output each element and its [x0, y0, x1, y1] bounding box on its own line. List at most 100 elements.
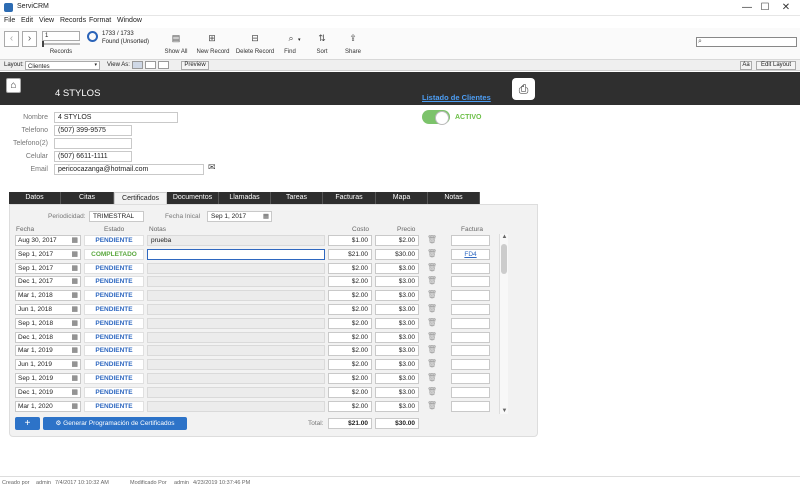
costo-cell[interactable]: $2.00 [328, 359, 372, 371]
precio-cell[interactable]: $2.00 [375, 235, 419, 246]
fecha-cell[interactable]: Mar 1, 2020 ▦ [15, 400, 81, 412]
quick-find-input[interactable]: ⌕ [696, 37, 797, 47]
calendar-icon[interactable]: ▦ [71, 388, 78, 397]
sort-button[interactable]: Sort [312, 49, 332, 55]
costo-cell[interactable]: $2.00 [328, 304, 372, 315]
text-formatting-button[interactable]: Aa [740, 61, 752, 70]
table-row[interactable]: Mar 1, 2018 ▦ PENDIENTE $2.00 $3.00 🗑 [15, 289, 499, 303]
notas-cell[interactable] [147, 290, 325, 302]
tab-citas[interactable]: Citas [61, 192, 114, 204]
estado-cell[interactable]: PENDIENTE [84, 304, 144, 315]
add-row-button[interactable]: + [15, 417, 40, 430]
costo-cell[interactable]: $2.00 [328, 276, 372, 288]
calendar-icon[interactable]: ▦ [71, 402, 78, 411]
client-list-link[interactable]: Listado de Clientes [422, 93, 491, 102]
fecha-cell[interactable]: Jun 1, 2019 ▦ [15, 359, 81, 371]
trash-icon[interactable]: 🗑 [422, 401, 442, 412]
table-row[interactable]: Dec 1, 2017 ▦ PENDIENTE $2.00 $3.00 🗑 [15, 275, 499, 289]
new-record-icon[interactable]: ⊞ [206, 33, 218, 43]
layout-select[interactable]: Clientes ▾ [25, 61, 100, 70]
table-row[interactable]: Mar 1, 2020 ▦ PENDIENTE $2.00 $3.00 🗑 [15, 400, 499, 414]
factura-cell[interactable] [451, 386, 490, 398]
estado-cell[interactable]: PENDIENTE [84, 262, 144, 274]
menu-records[interactable]: Records [60, 17, 86, 24]
notas-cell[interactable] [147, 400, 325, 412]
view-form-button[interactable] [132, 61, 143, 69]
precio-cell[interactable]: $3.00 [375, 262, 419, 274]
trash-icon[interactable]: 🗑 [422, 359, 442, 370]
precio-cell[interactable]: $3.00 [375, 373, 419, 384]
estado-cell[interactable]: PENDIENTE [84, 345, 144, 357]
notas-cell[interactable] [147, 331, 325, 343]
factura-cell[interactable] [451, 290, 490, 302]
fecha-cell[interactable]: Sep 1, 2017 ▦ [15, 262, 81, 274]
notas-cell[interactable] [147, 317, 325, 329]
fecha-cell[interactable]: Mar 1, 2018 ▦ [15, 290, 81, 302]
factura-cell[interactable] [451, 331, 490, 343]
table-row[interactable]: Sep 1, 2018 ▦ PENDIENTE $2.00 $3.00 🗑 [15, 317, 499, 331]
calendar-icon[interactable]: ▦ [71, 277, 78, 286]
precio-cell[interactable]: $3.00 [375, 276, 419, 288]
record-slider[interactable] [42, 41, 80, 47]
factura-link[interactable]: FD4 [464, 251, 476, 258]
estado-cell[interactable]: PENDIENTE [84, 386, 144, 398]
nombre-field[interactable]: 4 STYLOS [54, 112, 178, 123]
fecha-cell[interactable]: Jun 1, 2018 ▦ [15, 304, 81, 315]
costo-cell[interactable]: $2.00 [328, 262, 372, 274]
maximize-button[interactable]: ☐ [758, 2, 772, 14]
next-record-button[interactable]: › [22, 31, 37, 47]
email-field[interactable]: pericocazanga@hotmail.com [54, 164, 204, 175]
calendar-icon[interactable]: ▦ [71, 291, 78, 300]
edit-layout-button[interactable]: Edit Layout [756, 61, 796, 70]
close-button[interactable]: ✕ [779, 2, 793, 14]
table-row[interactable]: Sep 1, 2019 ▦ PENDIENTE $2.00 $3.00 🗑 [15, 372, 499, 386]
estado-cell[interactable]: PENDIENTE [84, 317, 144, 329]
calendar-icon[interactable]: ▦ [71, 250, 78, 259]
notas-cell[interactable]: prueba [147, 235, 325, 246]
factura-cell[interactable] [451, 359, 490, 371]
print-button[interactable]: ⎙ [512, 78, 535, 100]
calendar-icon[interactable]: ▦ [71, 360, 78, 369]
factura-cell[interactable] [451, 276, 490, 288]
preview-button[interactable]: Preview [181, 61, 209, 70]
show-all-icon[interactable]: ▤ [170, 33, 182, 43]
precio-cell[interactable]: $3.00 [375, 317, 419, 329]
estado-cell[interactable]: PENDIENTE [84, 290, 144, 302]
precio-cell[interactable]: $3.00 [375, 290, 419, 302]
factura-cell[interactable] [451, 345, 490, 357]
calendar-icon[interactable]: ▦ [71, 305, 78, 314]
email-envelope-icon[interactable]: ✉ [208, 163, 219, 172]
share-icon[interactable]: ⇪ [347, 33, 359, 43]
table-row[interactable]: Dec 1, 2018 ▦ PENDIENTE $2.00 $3.00 🗑 [15, 331, 499, 345]
calendar-icon[interactable]: ▦ [71, 346, 78, 355]
scroll-up-icon[interactable]: ▲ [500, 234, 509, 240]
fecha-cell[interactable]: Sep 1, 2017 ▦ [15, 248, 81, 260]
precio-cell[interactable]: $3.00 [375, 345, 419, 357]
tab-certificados[interactable]: Certificados [114, 192, 167, 204]
activo-toggle[interactable] [422, 110, 450, 125]
tab-llamadas[interactable]: Llamadas [219, 192, 271, 204]
precio-cell[interactable]: $3.00 [375, 359, 419, 371]
trash-icon[interactable]: 🗑 [422, 318, 442, 329]
estado-cell[interactable]: PENDIENTE [84, 276, 144, 288]
periodicidad-field[interactable]: TRIMESTRAL [89, 211, 144, 222]
trash-icon[interactable]: 🗑 [422, 373, 442, 384]
notas-cell[interactable] [147, 386, 325, 398]
estado-cell[interactable]: PENDIENTE [84, 331, 144, 343]
costo-cell[interactable]: $2.00 [328, 386, 372, 398]
sort-icon[interactable]: ⇅ [316, 33, 328, 43]
precio-cell[interactable]: $3.00 [375, 400, 419, 412]
trash-icon[interactable]: 🗑 [422, 263, 442, 274]
costo-cell[interactable]: $2.00 [328, 373, 372, 384]
show-all-button[interactable]: Show All [160, 49, 192, 55]
table-row[interactable]: Sep 1, 2017 ▦ COMPLETADO $21.00 $30.00 🗑 FD4 [15, 248, 499, 262]
table-row[interactable]: Sep 1, 2017 ▦ PENDIENTE $2.00 $3.00 🗑 [15, 262, 499, 276]
previous-record-button[interactable]: ‹ [4, 31, 19, 47]
notas-cell[interactable] [147, 359, 325, 371]
notas-cell[interactable] [147, 262, 325, 274]
delete-record-button[interactable]: Delete Record [234, 49, 276, 55]
fecha-cell[interactable]: Dec 1, 2019 ▦ [15, 386, 81, 398]
costo-cell[interactable]: $1.00 [328, 235, 372, 246]
factura-cell[interactable] [451, 400, 490, 412]
view-table-button[interactable] [158, 61, 169, 69]
